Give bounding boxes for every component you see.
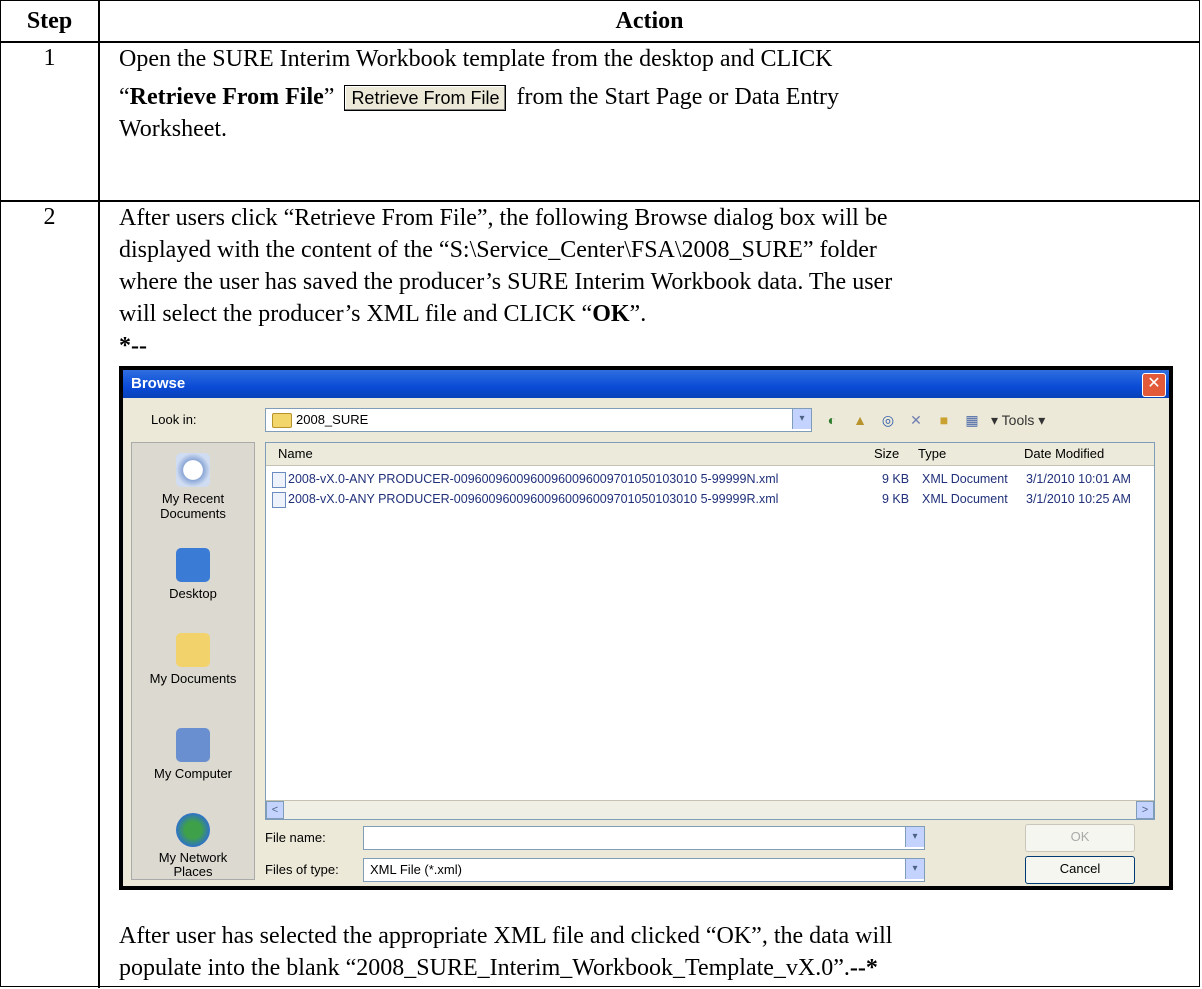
- xml-file-icon: [272, 472, 286, 488]
- cancel-button[interactable]: Cancel: [1025, 856, 1135, 884]
- desktop-icon: [176, 548, 210, 582]
- look-in-value: 2008_SURE: [296, 412, 369, 427]
- action-line: After users click “Retrieve From File”, …: [119, 205, 888, 231]
- quote-open: “: [119, 84, 130, 110]
- close-icon[interactable]: ✕: [1142, 373, 1166, 397]
- step-number: 2: [1, 202, 100, 988]
- file-name-cell: 2008-vX.0-ANY PRODUCER-00960096009600960…: [272, 492, 878, 509]
- file-type: XML Document: [922, 492, 1008, 506]
- place-label: My Network Places: [158, 850, 228, 879]
- ok-button[interactable]: OK: [1025, 824, 1135, 852]
- dialog-title: Browse: [123, 370, 1169, 398]
- header-action: Action: [615, 7, 684, 34]
- action-line: Worksheet.: [119, 116, 228, 142]
- column-date-modified[interactable]: Date Modified: [1024, 446, 1104, 461]
- file-row[interactable]: 2008-vX.0-ANY PRODUCER-00960096009600960…: [272, 491, 1150, 509]
- files-of-type-select[interactable]: XML File (*.xml) ▾: [363, 858, 925, 882]
- column-name[interactable]: Name: [278, 446, 313, 461]
- files-of-type-label: Files of type:: [265, 862, 339, 877]
- place-my-recent-documents[interactable]: My Recent Documents: [132, 453, 254, 521]
- chevron-down-icon[interactable]: ▾: [792, 409, 811, 429]
- table-row: 2 After users click “Retrieve From File”…: [1, 202, 1199, 988]
- chevron-down-icon[interactable]: ▾: [905, 827, 924, 847]
- file-list-header: Name Size Type Date Modified: [266, 443, 1154, 466]
- documents-folder-icon: [176, 633, 210, 667]
- file-name: 2008-vX.0-ANY PRODUCER-00960096009600960…: [288, 472, 779, 486]
- chevron-down-icon[interactable]: ▾: [905, 859, 924, 879]
- place-my-network-places[interactable]: My Network Places: [132, 813, 254, 879]
- dialog-toolbar: ◐ ▲ ◎ ✕ ■ ▦ ▾ Tools ▾: [823, 408, 1046, 432]
- place-my-computer[interactable]: My Computer: [132, 728, 254, 781]
- computer-icon: [176, 728, 210, 762]
- xml-file-icon: [272, 492, 286, 508]
- file-row[interactable]: 2008-vX.0-ANY PRODUCER-00960096009600960…: [272, 471, 1150, 489]
- scroll-left-icon[interactable]: <: [266, 801, 284, 819]
- places-bar: My Recent Documents Desktop My Documents…: [131, 442, 255, 880]
- folder-icon: [272, 413, 292, 428]
- step-action: Open the SURE Interim Workbook template …: [119, 43, 1189, 200]
- column-size[interactable]: Size: [874, 446, 899, 461]
- file-list[interactable]: Name Size Type Date Modified 2008-vX.0-A…: [265, 442, 1155, 820]
- up-folder-icon[interactable]: ▲: [851, 411, 869, 429]
- bold-ok: OK: [592, 301, 630, 327]
- file-name-input[interactable]: ▾: [363, 826, 925, 850]
- change-marker-end: --*: [849, 955, 878, 981]
- files-of-type-value: XML File (*.xml): [370, 862, 462, 877]
- action-text: populate into the blank “2008_SURE_Inter…: [119, 955, 850, 981]
- clock-icon: [176, 453, 210, 487]
- new-folder-icon[interactable]: ■: [935, 411, 953, 429]
- horizontal-scrollbar[interactable]: < >: [266, 800, 1154, 819]
- file-name-label: File name:: [265, 830, 326, 845]
- table-row: 1 Open the SURE Interim Workbook templat…: [1, 43, 1199, 202]
- delete-icon[interactable]: ✕: [907, 411, 925, 429]
- file-type: XML Document: [922, 472, 1008, 486]
- file-size: 9 KB: [882, 472, 910, 486]
- look-in-dropdown[interactable]: 2008_SURE ▾: [265, 408, 812, 432]
- bold-command: Retrieve From File: [129, 84, 324, 110]
- action-text: ”.: [629, 301, 647, 327]
- tools-menu[interactable]: ▾ Tools ▾: [991, 412, 1045, 429]
- scroll-right-icon[interactable]: >: [1136, 801, 1154, 819]
- place-label: My Computer: [153, 766, 233, 781]
- place-label: My Recent Documents: [160, 491, 226, 521]
- procedure-table: Step Action 1 Open the SURE Interim Work…: [0, 0, 1200, 988]
- file-size: 9 KB: [882, 492, 910, 506]
- change-marker-start: *--: [119, 333, 147, 359]
- place-label: My Documents: [149, 671, 237, 686]
- file-date: 3/1/2010 10:01 AM: [1026, 472, 1131, 486]
- file-date: 3/1/2010 10:25 AM: [1026, 492, 1131, 506]
- step-action-after: After user has selected the appropriate …: [119, 920, 1189, 984]
- table-header: Step Action: [1, 1, 1199, 43]
- retrieve-from-file-button[interactable]: Retrieve From File: [344, 85, 507, 112]
- browse-dialog: Browse ✕ Look in: 2008_SURE ▾ ◐ ▲ ◎ ✕ ■ …: [119, 366, 1173, 890]
- action-line: Open the SURE Interim Workbook template …: [119, 46, 833, 72]
- look-in-label: Look in:: [151, 412, 197, 427]
- action-line: displayed with the content of the “S:\Se…: [119, 237, 877, 263]
- action-line: will select the producer’s XML file and …: [119, 298, 1189, 330]
- header-step: Step: [1, 1, 100, 41]
- step-number: 1: [1, 43, 100, 200]
- place-label: Desktop: [169, 586, 217, 601]
- action-line: where the user has saved the producer’s …: [119, 269, 893, 295]
- column-type[interactable]: Type: [918, 446, 946, 461]
- quote-close: ”: [323, 84, 335, 110]
- search-web-icon[interactable]: ◎: [879, 411, 897, 429]
- action-line: populate into the blank “2008_SURE_Inter…: [119, 952, 1189, 984]
- file-name-cell: 2008-vX.0-ANY PRODUCER-00960096009600960…: [272, 472, 878, 489]
- place-desktop[interactable]: Desktop: [132, 548, 254, 601]
- network-globe-icon: [176, 813, 210, 847]
- action-text: will select the producer’s XML file and …: [119, 301, 593, 327]
- views-icon[interactable]: ▦: [963, 411, 981, 429]
- action-line: After user has selected the appropriate …: [119, 923, 893, 949]
- action-line: “Retrieve From File” Retrieve From File …: [119, 81, 1189, 113]
- place-my-documents[interactable]: My Documents: [132, 633, 254, 686]
- file-name: 2008-vX.0-ANY PRODUCER-00960096009600960…: [288, 492, 779, 506]
- action-text: from the Start Page or Data Entry: [516, 84, 840, 110]
- back-icon[interactable]: ◐: [823, 411, 841, 429]
